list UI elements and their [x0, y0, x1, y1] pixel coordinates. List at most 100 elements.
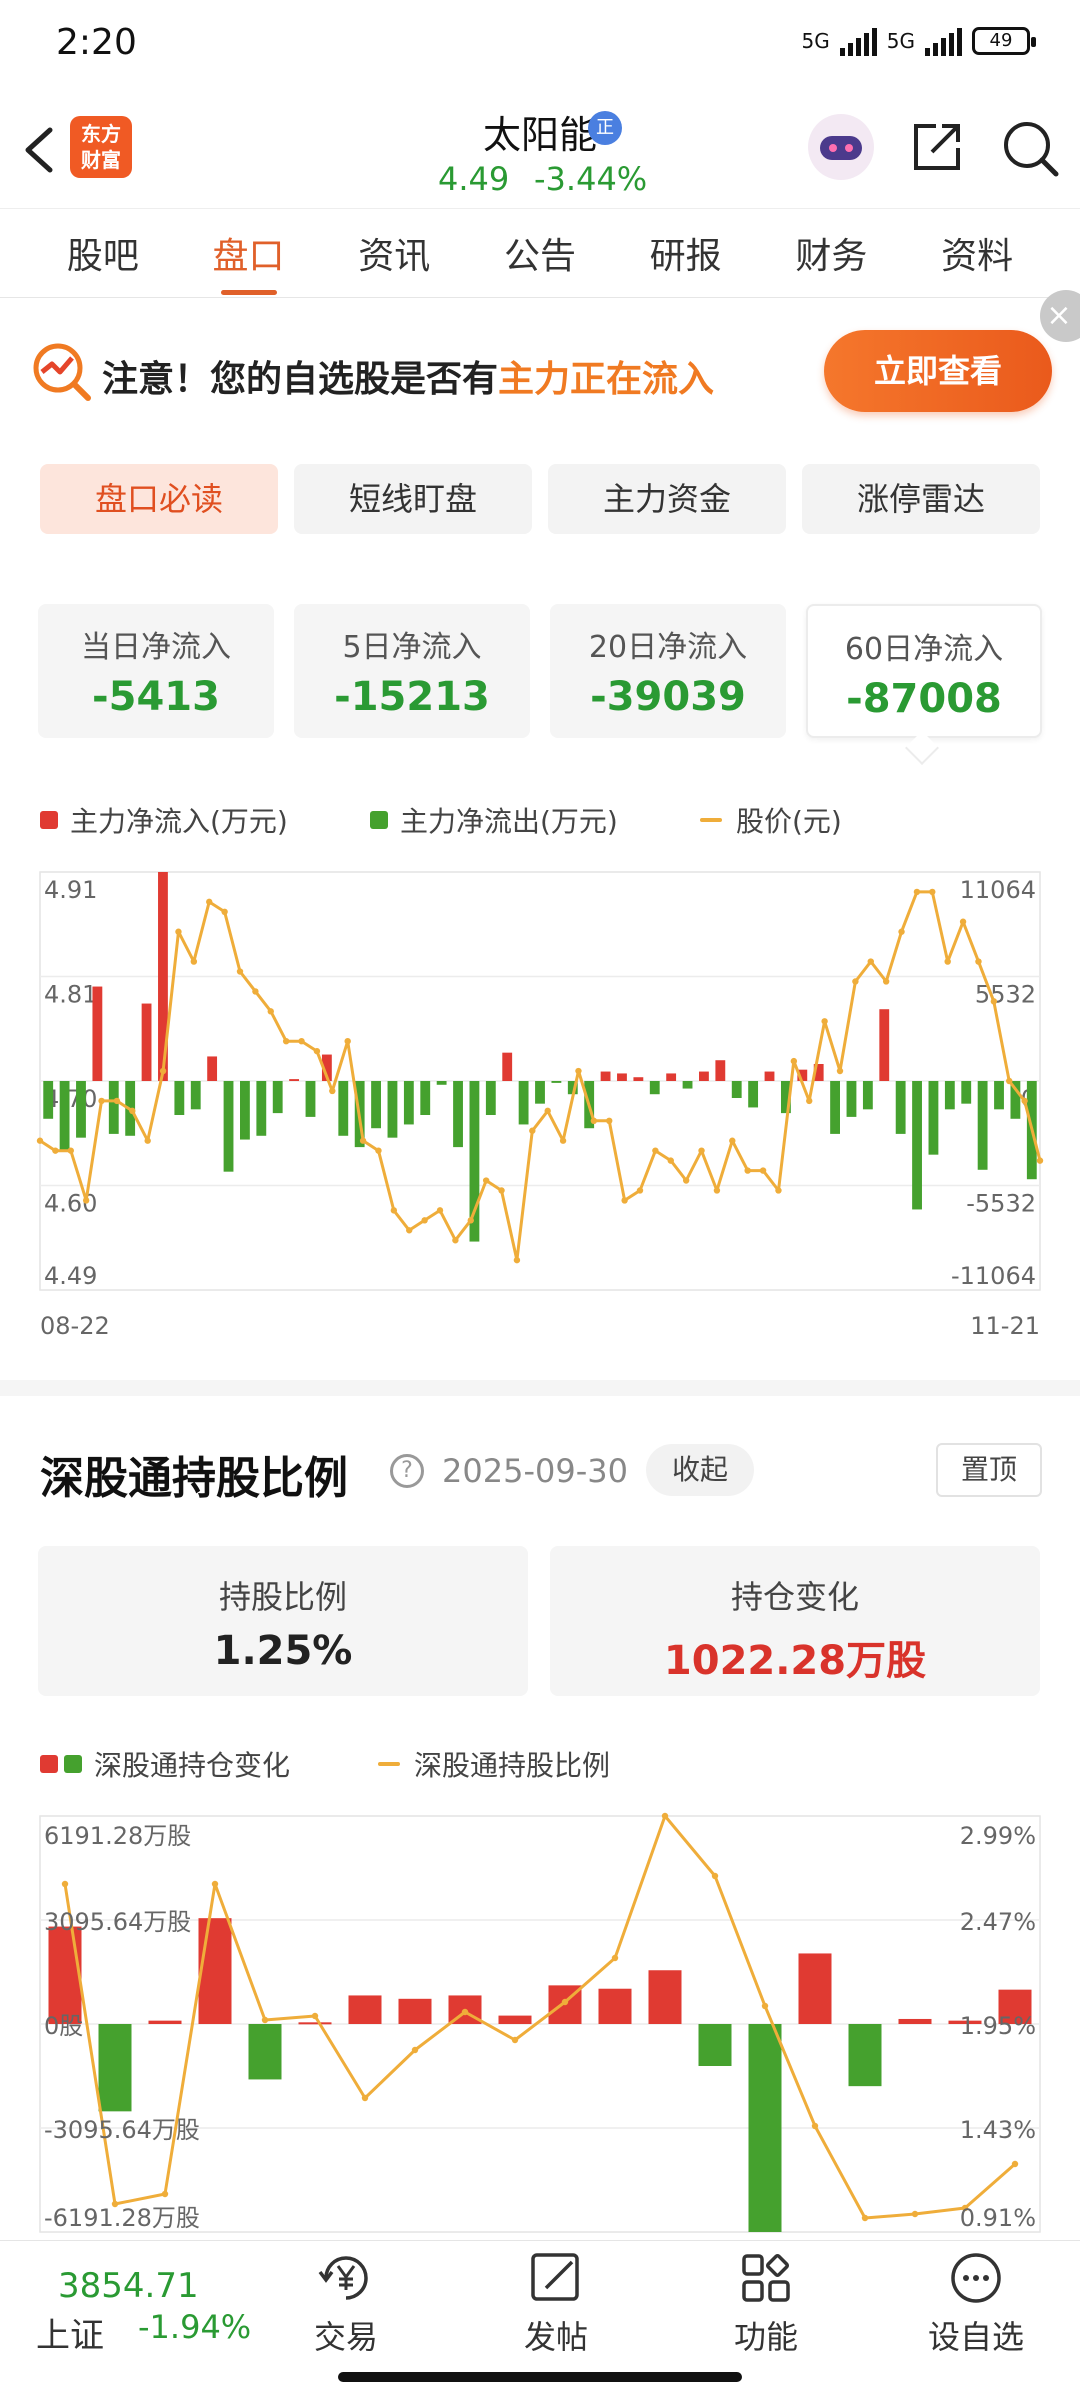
price-point — [98, 1097, 105, 1105]
subtab-must-read[interactable]: 盘口必读 — [40, 464, 278, 534]
nav-functions-label: 功能 — [733, 2318, 798, 2356]
flow-bar — [387, 1081, 398, 1138]
tab-finance[interactable]: 财务 — [787, 207, 875, 299]
flow-bar — [223, 1081, 234, 1172]
price-point — [621, 1197, 628, 1204]
ratio-point — [811, 2122, 819, 2130]
flow-bar — [551, 1081, 562, 1083]
flow-card-label: 5日净流入 — [342, 630, 482, 665]
search-button[interactable] — [1000, 118, 1060, 178]
flow-bar — [174, 1081, 185, 1116]
flow-bar — [535, 1081, 545, 1104]
price-point — [236, 968, 244, 975]
price-point — [544, 1107, 551, 1115]
y-left-tick: 4.91 — [44, 876, 97, 904]
price-point — [467, 1217, 474, 1224]
flow-card-value: -15213 — [334, 674, 490, 720]
flow-bar — [617, 1073, 627, 1081]
holding-bar — [298, 2022, 332, 2025]
ratio-point — [61, 1880, 69, 1888]
tab-announcement[interactable]: 公告 — [496, 207, 584, 299]
tab-pankou[interactable]: 盘口 — [205, 207, 293, 299]
price-point — [867, 958, 874, 965]
collapse-button[interactable]: 收起 — [646, 1444, 754, 1496]
edit-icon — [531, 2253, 579, 2301]
holding-bar — [848, 2024, 882, 2087]
price-point — [806, 1097, 813, 1105]
index-change[interactable]: -1.94% — [138, 2308, 251, 2346]
price-point — [113, 1097, 121, 1105]
ratio-point — [861, 2214, 869, 2222]
subtab-limit-radar[interactable]: 涨停雷达 — [802, 464, 1040, 534]
price-point — [436, 1207, 444, 1214]
nav-functions[interactable]: 功能 — [696, 2250, 836, 2358]
flow-bar — [76, 1081, 86, 1138]
status-icons: 5G 5G 49 — [802, 26, 1036, 56]
price-point — [282, 1037, 290, 1045]
pin-top-button[interactable]: 置顶 — [936, 1443, 1042, 1497]
assistant-avatar[interactable] — [808, 114, 874, 180]
flow-bar — [895, 1081, 906, 1134]
flow-card-label: 60日净流入 — [844, 632, 1004, 667]
nav-post[interactable]: 发帖 — [486, 2250, 626, 2358]
flow-bar — [633, 1077, 644, 1081]
flow-bar — [846, 1081, 857, 1117]
flow-card-60d[interactable]: 60日净流入 -87008 — [806, 604, 1042, 738]
flow-card-value: -5413 — [92, 674, 220, 720]
holding-bar — [198, 1918, 232, 2024]
flow-card-20d[interactable]: 20日净流入 -39039 — [550, 604, 786, 738]
subtab-main-capital[interactable]: 主力资金 — [548, 464, 786, 534]
price-point — [206, 898, 213, 906]
share-button[interactable] — [908, 118, 966, 176]
price-point — [375, 1147, 382, 1154]
legend-holding-change: 深股通持仓变化 — [40, 1744, 290, 1784]
ratio-point — [161, 2190, 169, 2198]
flow-card-5d[interactable]: 5日净流入 -15213 — [294, 604, 530, 738]
price-point — [313, 1047, 321, 1055]
holding-change-value: 1022.28万股 — [663, 1638, 927, 1684]
holding-ratio-label: 持股比例 — [218, 1578, 347, 1616]
ratio-point — [411, 2046, 419, 2054]
flow-bar — [748, 1081, 759, 1108]
flow-bar — [764, 1071, 775, 1081]
flow-card-today[interactable]: 当日净流入 -5413 — [38, 604, 274, 738]
tab-guba[interactable]: 股吧 — [59, 207, 147, 299]
legend-inflow: 主力净流入(万元) — [40, 800, 288, 840]
price-point — [529, 1127, 536, 1134]
price-point — [1021, 1097, 1028, 1105]
y-right-tick: 11064 — [960, 876, 1036, 904]
flow-bar — [59, 1081, 70, 1151]
nav-trade-label: 交易 — [313, 2318, 378, 2356]
stock-price: 4.49 — [438, 160, 510, 198]
legend-price: 股价(元) — [700, 800, 842, 840]
price-point — [636, 1187, 644, 1194]
ratio-point — [911, 2210, 919, 2218]
flow-chart: 4.914.814.704.604.491106455320-5532-1106… — [36, 871, 1044, 1340]
nav-add-watchlist[interactable]: 设自选 — [906, 2250, 1046, 2358]
view-now-button[interactable]: 立即查看 — [824, 330, 1052, 412]
signal-label-2: 5G — [886, 29, 915, 53]
holding-chart: 6191.28万股 3095.64万股 0股 -3095.64万股 -6191.28万股… — [39, 1812, 1041, 2233]
price-point — [82, 1197, 90, 1204]
subtab-short-watch[interactable]: 短线盯盘 — [294, 464, 532, 534]
signal-icon — [839, 26, 877, 56]
flow-bar — [518, 1081, 529, 1125]
help-icon[interactable]: ? — [390, 1454, 424, 1488]
battery-icon: 49 — [972, 27, 1036, 55]
price-point — [190, 958, 198, 965]
notice-text: 注意！您的自选股是否有主力正在流入 — [102, 350, 714, 402]
index-name[interactable]: 上证 — [36, 2308, 104, 2357]
price-point — [175, 928, 182, 935]
tab-research[interactable]: 研报 — [642, 207, 730, 299]
nav-trade[interactable]: 交易 — [276, 2250, 416, 2358]
tab-news[interactable]: 资讯 — [350, 207, 438, 299]
price-point — [990, 998, 998, 1005]
holding-bar — [348, 1995, 382, 2024]
flow-bar — [928, 1081, 939, 1155]
index-value[interactable]: 3854.71 — [58, 2266, 199, 2306]
legend-holding-ratio-label: 深股通持股比例 — [414, 1749, 611, 1782]
search-icon — [1004, 122, 1059, 177]
nav-post-label: 发帖 — [523, 2318, 588, 2356]
tab-profile[interactable]: 资料 — [933, 207, 1021, 299]
ratio-point — [311, 2012, 319, 2020]
